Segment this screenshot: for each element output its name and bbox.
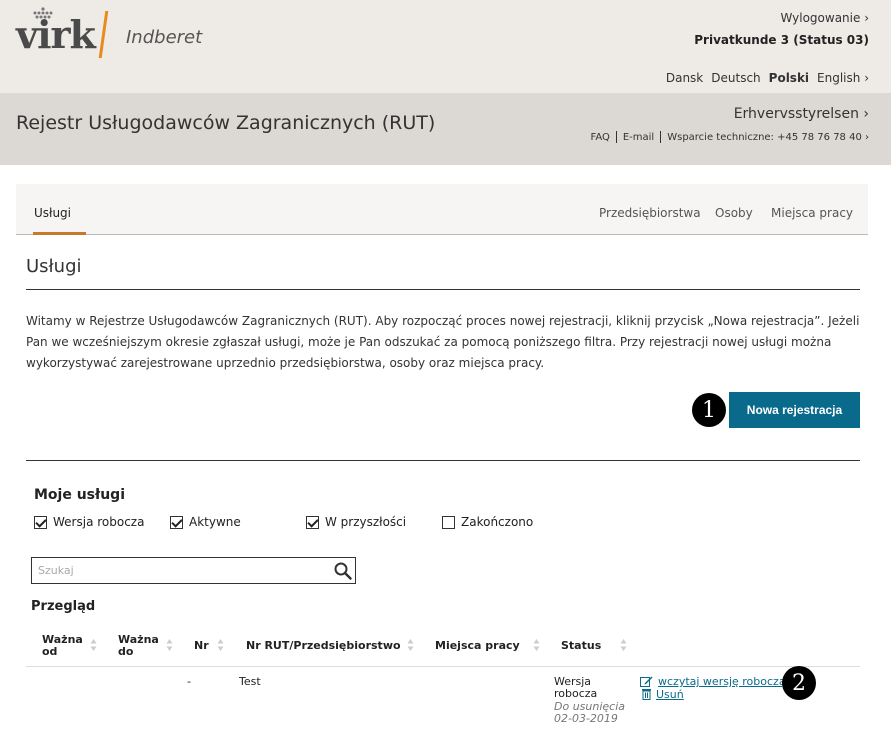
load-draft-link[interactable]: wczytaj wersję roboczą — [658, 675, 786, 688]
tab-miejsca-pracy[interactable]: Miejsca pracy — [771, 206, 853, 220]
edit-icon[interactable] — [640, 675, 653, 687]
filter-active[interactable]: Aktywne — [170, 515, 241, 529]
divider — [660, 131, 662, 143]
tab-osoby[interactable]: Osoby — [715, 206, 753, 220]
user-name: Privatkunde 3 (Status 03) — [694, 33, 869, 47]
divider — [26, 289, 860, 290]
section-heading: Usługi — [26, 256, 82, 277]
lang-dansk[interactable]: Dansk — [666, 71, 703, 85]
services-heading: Moje usługi — [34, 487, 125, 503]
step-marker-1: 1 — [692, 393, 726, 427]
col-workplace[interactable]: Miejsca pracy — [435, 640, 520, 652]
lang-polski[interactable]: Polski — [769, 71, 809, 85]
checkbox-finished[interactable] — [442, 515, 455, 529]
intro-text: Witamy w Rejestrze Usługodawców Zagranic… — [26, 314, 860, 370]
sort-icon[interactable] — [90, 638, 97, 652]
checkbox-draft[interactable] — [34, 515, 47, 529]
col-valid-to[interactable]: Ważna do — [118, 634, 159, 658]
sort-icon[interactable] — [620, 638, 627, 652]
cell-status-note: Do usunięcia 02-03-2019 — [554, 700, 626, 725]
tab-przedsiebiorstwa[interactable]: Przedsiębiorstwa — [599, 206, 701, 220]
col-valid-from[interactable]: Ważna od — [42, 634, 83, 658]
search-icon[interactable] — [333, 561, 353, 581]
new-registration-button[interactable]: Nowa rejestracja — [729, 392, 860, 428]
filter-finished[interactable]: Zakończono — [442, 515, 533, 529]
divider — [26, 460, 860, 461]
filter-label: Zakończono — [461, 515, 534, 529]
logout-link[interactable]: Wylogowanie › — [781, 11, 870, 25]
checkbox-active[interactable] — [170, 515, 183, 529]
col-nr[interactable]: Nr — [194, 640, 209, 652]
lang-deutsch[interactable]: Deutsch — [711, 71, 760, 85]
page-title: Rejestr Usługodawców Zagranicznych (RUT) — [16, 112, 436, 134]
active-tab-indicator — [33, 232, 86, 235]
step-marker-2: 2 — [782, 666, 816, 700]
cell-nr: - — [187, 675, 191, 688]
sort-icon[interactable] — [217, 638, 224, 652]
search-input[interactable] — [32, 558, 322, 583]
faq-link[interactable]: FAQ — [590, 132, 609, 143]
filter-label: Wersja robocza — [53, 515, 145, 529]
sort-icon[interactable] — [166, 638, 173, 652]
cell-status: Wersja robocza — [554, 675, 598, 700]
cell-rut: Test — [239, 675, 261, 688]
sort-icon[interactable] — [533, 638, 540, 652]
search-box — [31, 557, 356, 584]
overview-heading: Przegląd — [31, 599, 96, 614]
logo-subtitle: Indberet — [126, 27, 203, 48]
filter-future[interactable]: W przyszłości — [306, 515, 406, 529]
lang-english[interactable]: English › — [817, 71, 869, 85]
logo[interactable]: virk — [16, 12, 96, 57]
filter-label: W przyszłości — [325, 515, 407, 529]
tab-bar: Usługi Przedsiębiorstwa Osoby Miejsca pr… — [16, 184, 868, 235]
trash-icon[interactable] — [640, 688, 653, 700]
email-link[interactable]: E-mail — [623, 132, 654, 143]
table-header-divider — [26, 666, 860, 667]
support-link[interactable]: Wsparcie techniczne: +45 78 76 78 40 › — [667, 132, 869, 143]
tab-uslugi[interactable]: Usługi — [34, 206, 71, 220]
col-rut[interactable]: Nr RUT/Przedsiębiorstwo — [246, 640, 401, 652]
filter-label: Aktywne — [189, 515, 241, 529]
sort-icon[interactable] — [407, 638, 414, 652]
filter-draft[interactable]: Wersja robocza — [34, 515, 144, 529]
checkbox-future[interactable] — [306, 515, 319, 529]
agency-link[interactable]: Erhvervsstyrelsen › — [734, 106, 869, 122]
contact-links: FAQ E-mail Wsparcie techniczne: +45 78 7… — [590, 131, 869, 143]
divider — [615, 131, 617, 143]
language-switcher: Dansk Deutsch Polski English › — [666, 71, 869, 85]
delete-link[interactable]: Usuń — [656, 688, 684, 701]
col-status[interactable]: Status — [561, 640, 601, 652]
